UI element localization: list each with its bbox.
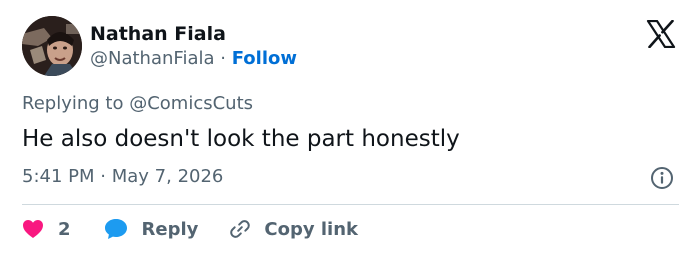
- link-icon: [230, 220, 251, 238]
- handle-separator: ·: [220, 48, 226, 69]
- action-bar: 2 Reply Copy link: [22, 214, 358, 244]
- reply-label: Reply: [141, 218, 199, 240]
- like-count: 2: [58, 218, 71, 240]
- info-icon[interactable]: [650, 166, 674, 190]
- speech-bubble-icon: [104, 219, 127, 239]
- copy-link-label: Copy link: [264, 218, 358, 240]
- display-name[interactable]: Nathan Fiala: [90, 23, 226, 45]
- timestamp-separator: ·: [100, 166, 106, 187]
- avatar-photo: [22, 16, 82, 76]
- reply-button[interactable]: Reply: [104, 218, 199, 240]
- tweet-date[interactable]: May 7, 2026: [112, 166, 224, 187]
- avatar[interactable]: [22, 16, 82, 76]
- heart-icon: [23, 220, 43, 238]
- follow-button[interactable]: Follow: [232, 48, 297, 69]
- handle-row: @NathanFiala · Follow: [90, 48, 297, 70]
- like-button[interactable]: 2: [22, 219, 71, 240]
- tweet-text: He also doesn't look the part honestly: [22, 126, 460, 152]
- copy-link-button[interactable]: Copy link: [228, 217, 358, 241]
- replying-to: Replying to @ComicsCuts: [22, 93, 254, 114]
- tweet-time[interactable]: 5:41 PM: [22, 166, 95, 187]
- x-logo-icon[interactable]: [646, 19, 676, 49]
- tweet-card: Nathan Fiala @NathanFiala · Follow Reply…: [0, 0, 700, 256]
- divider: [22, 204, 679, 205]
- author-handle[interactable]: @NathanFiala: [90, 48, 215, 69]
- timestamp: 5:41 PM · May 7, 2026: [22, 166, 223, 188]
